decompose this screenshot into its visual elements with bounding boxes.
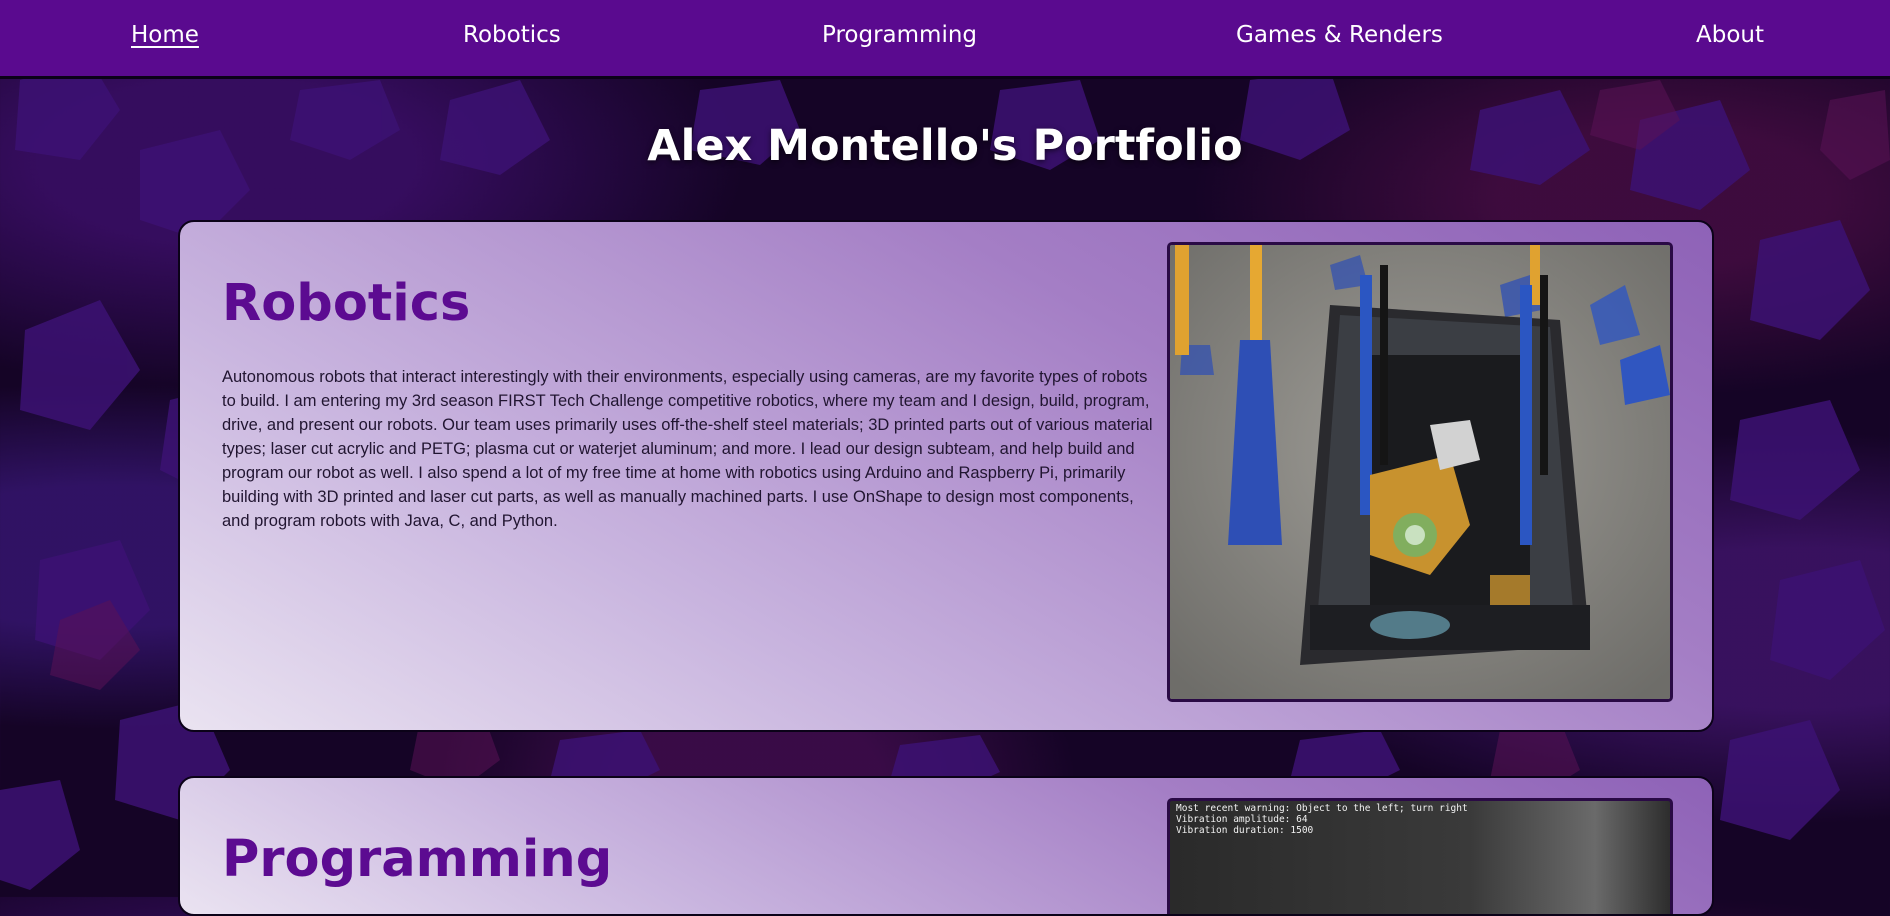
console-screenshot: Most recent warning: Object to the left;… bbox=[1167, 798, 1673, 914]
nav-link-games-renders[interactable]: Games & Renders bbox=[1236, 22, 1443, 48]
top-navbar: Home Robotics Programming Games & Render… bbox=[0, 0, 1890, 79]
programming-heading: Programming bbox=[222, 830, 613, 889]
console-line: Most recent warning: Object to the left;… bbox=[1176, 803, 1468, 814]
programming-card: Programming Most recent warning: Object … bbox=[178, 776, 1714, 916]
nav-link-about[interactable]: About bbox=[1696, 22, 1764, 48]
nav-link-robotics[interactable]: Robotics bbox=[463, 22, 561, 48]
robot-photo bbox=[1167, 242, 1673, 702]
robotics-heading: Robotics bbox=[222, 274, 471, 333]
console-line: Vibration amplitude: 64 bbox=[1176, 814, 1308, 825]
console-line: Vibration duration: 1500 bbox=[1176, 825, 1314, 836]
robotics-description: Autonomous robots that interact interest… bbox=[222, 368, 1153, 530]
robotics-card: Robotics Autonomous robots that interact… bbox=[178, 220, 1714, 732]
nav-link-home[interactable]: Home bbox=[131, 22, 199, 48]
page-title: Alex Montello's Portfolio bbox=[647, 121, 1243, 171]
nav-link-programming[interactable]: Programming bbox=[822, 22, 977, 48]
